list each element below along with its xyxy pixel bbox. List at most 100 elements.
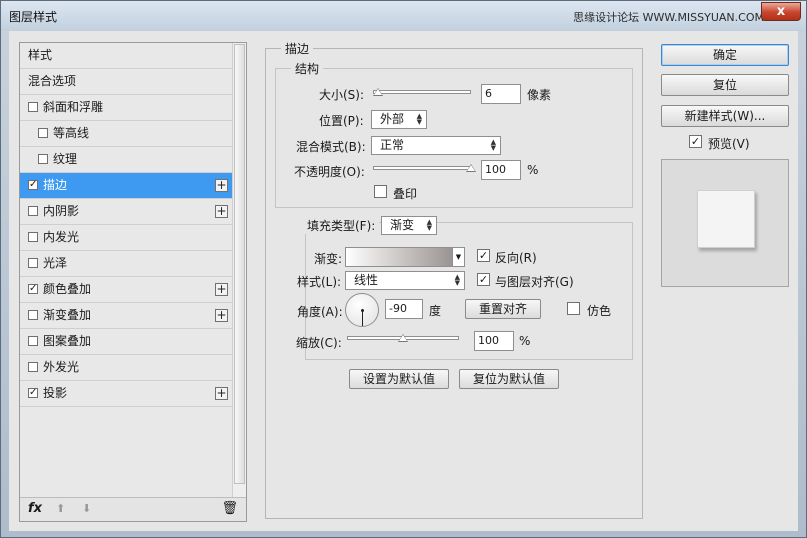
layer-style-dialog: 图层样式 思缘设计论坛 WWW.MISSYUAN.COM x 样式 混合选项 斜面和… (0, 0, 807, 538)
style-list-items: 样式 混合选项 斜面和浮雕等高线纹理 ✓ 描边 + 内阴影 + 内发光光泽 ✓ 颜色叠加 + 渐变叠加 +… (20, 43, 232, 407)
style-checkbox[interactable] (28, 361, 38, 372)
overprint-checkbox[interactable] (374, 185, 387, 198)
ok-button[interactable]: 确定 (661, 44, 789, 66)
size-slider-thumb[interactable] (372, 88, 383, 96)
style-value: 线性 (354, 273, 379, 287)
style-list-item-label: 投影 (43, 386, 68, 400)
style-list-item[interactable]: 混合选项 (20, 69, 232, 95)
style-list-item-label: 颜色叠加 (43, 282, 92, 296)
select-arrows-icon: ▲ ▼ (454, 273, 460, 287)
style-list-item[interactable]: ✓ 投影 + (20, 381, 232, 407)
style-list-item[interactable]: 内发光 (20, 225, 232, 251)
fill-type-label: 填充类型(F): (303, 217, 380, 234)
style-select[interactable]: 线性 ▲ ▼ (345, 271, 465, 290)
size-input[interactable]: 6 (481, 84, 521, 104)
scale-unit: % (519, 334, 531, 348)
preview-checkbox[interactable]: ✓ (689, 135, 702, 148)
opacity-slider-thumb[interactable] (466, 164, 476, 172)
size-label: 大小(S): (319, 88, 365, 102)
gradient-picker[interactable]: ▼ (345, 247, 465, 267)
size-slider[interactable] (373, 90, 471, 94)
position-select[interactable]: 外部 ▲ ▼ (371, 110, 427, 129)
style-list-item[interactable]: 外发光 (20, 355, 232, 381)
set-default-button[interactable]: 设置为默认值 (349, 369, 449, 389)
reset-button[interactable]: 复位 (661, 74, 789, 96)
style-list-item[interactable]: 纹理 (20, 147, 232, 173)
style-checkbox[interactable] (28, 335, 38, 346)
style-list-item-label: 图案叠加 (43, 334, 92, 348)
style-list-item[interactable]: ✓ 颜色叠加 + (20, 277, 232, 303)
move-up-icon[interactable]: ⬆ (56, 502, 65, 515)
reset-default-button[interactable]: 复位为默认值 (459, 369, 559, 389)
style-checkbox[interactable] (38, 153, 48, 164)
size-unit: 像素 (527, 88, 552, 102)
style-checkbox[interactable] (28, 309, 38, 320)
stroke-section-title: 描边 (281, 40, 314, 57)
fx-button[interactable]: fx (28, 501, 42, 516)
position-label: 位置(P): (319, 114, 364, 128)
style-checkbox[interactable] (28, 101, 38, 112)
style-list-item[interactable]: 图案叠加 (20, 329, 232, 355)
add-effect-icon[interactable]: + (215, 179, 228, 192)
style-checkbox[interactable] (38, 127, 48, 138)
add-effect-icon[interactable]: + (215, 283, 228, 296)
style-list-item[interactable]: 样式 (20, 43, 232, 69)
style-list-item-label: 外发光 (43, 360, 80, 374)
chevron-down-icon[interactable]: ▼ (452, 248, 464, 266)
style-checkbox[interactable]: ✓ (28, 387, 38, 398)
angle-dial[interactable] (345, 293, 379, 327)
style-list-item[interactable]: 光泽 (20, 251, 232, 277)
add-effect-icon[interactable]: + (215, 309, 228, 322)
style-preview (661, 159, 789, 287)
style-list-item-label: 纹理 (53, 152, 78, 166)
list-scrollbar[interactable] (232, 43, 246, 497)
dither-checkbox[interactable] (567, 302, 580, 315)
opacity-slider[interactable] (373, 166, 471, 170)
close-icon: x (776, 4, 786, 19)
preview-label: 预览(V) (708, 137, 750, 151)
new-style-button[interactable]: 新建样式(W)... (661, 105, 789, 127)
style-checkbox[interactable] (28, 205, 38, 216)
scrollbar-thumb[interactable] (234, 44, 245, 484)
style-checkbox[interactable] (28, 231, 38, 242)
align-with-layer-checkbox[interactable]: ✓ (477, 273, 490, 286)
style-list-item[interactable]: ✓ 描边 + (20, 173, 232, 199)
reverse-checkbox[interactable]: ✓ (477, 249, 490, 262)
style-checkbox[interactable]: ✓ (28, 283, 38, 294)
align-with-layer-label: 与图层对齐(G) (495, 275, 574, 289)
fill-type-select[interactable]: 渐变 ▲ ▼ (381, 216, 437, 235)
style-list-item-label: 光泽 (43, 256, 68, 270)
close-button[interactable]: x (761, 2, 801, 21)
scale-slider-thumb[interactable] (398, 334, 408, 342)
style-list-item-label: 内发光 (43, 230, 80, 244)
add-effect-icon[interactable]: + (215, 387, 228, 400)
overprint-label: 叠印 (393, 187, 418, 201)
style-list-item[interactable]: 等高线 (20, 121, 232, 147)
structure-title: 结构 (291, 60, 324, 77)
opacity-input[interactable]: 100 (481, 160, 521, 180)
list-footer: fx ⬆ ⬇ 🗑 (20, 497, 246, 521)
style-list-item-label: 渐变叠加 (43, 308, 92, 322)
reset-alignment-button[interactable]: 重置对齐 (465, 299, 541, 319)
style-list-item-label: 等高线 (53, 126, 90, 140)
blend-mode-label: 混合模式(B): (296, 140, 366, 154)
title-bar[interactable]: 图层样式 思缘设计论坛 WWW.MISSYUAN.COM x (1, 1, 806, 31)
style-list-item[interactable]: 斜面和浮雕 (20, 95, 232, 121)
watermark-text: 思缘设计论坛 WWW.MISSYUAN.COM (573, 11, 764, 24)
trash-icon[interactable]: 🗑 (221, 501, 238, 516)
dither-label: 仿色 (587, 304, 612, 318)
style-checkbox[interactable]: ✓ (28, 179, 38, 190)
style-list-item-label: 内阴影 (43, 204, 80, 218)
blend-mode-value: 正常 (380, 138, 405, 152)
move-down-icon[interactable]: ⬇ (82, 502, 91, 515)
style-list-item[interactable]: 内阴影 + (20, 199, 232, 225)
angle-input[interactable]: -90 (385, 299, 423, 319)
style-list-item-label: 描边 (43, 178, 68, 192)
scale-input[interactable]: 100 (474, 331, 514, 351)
opacity-unit: % (527, 163, 539, 177)
add-effect-icon[interactable]: + (215, 205, 228, 218)
style-list-item[interactable]: 渐变叠加 + (20, 303, 232, 329)
blend-mode-select[interactable]: 正常 ▲ ▼ (371, 136, 501, 155)
style-checkbox[interactable] (28, 257, 38, 268)
angle-label: 角度(A): (297, 305, 343, 319)
